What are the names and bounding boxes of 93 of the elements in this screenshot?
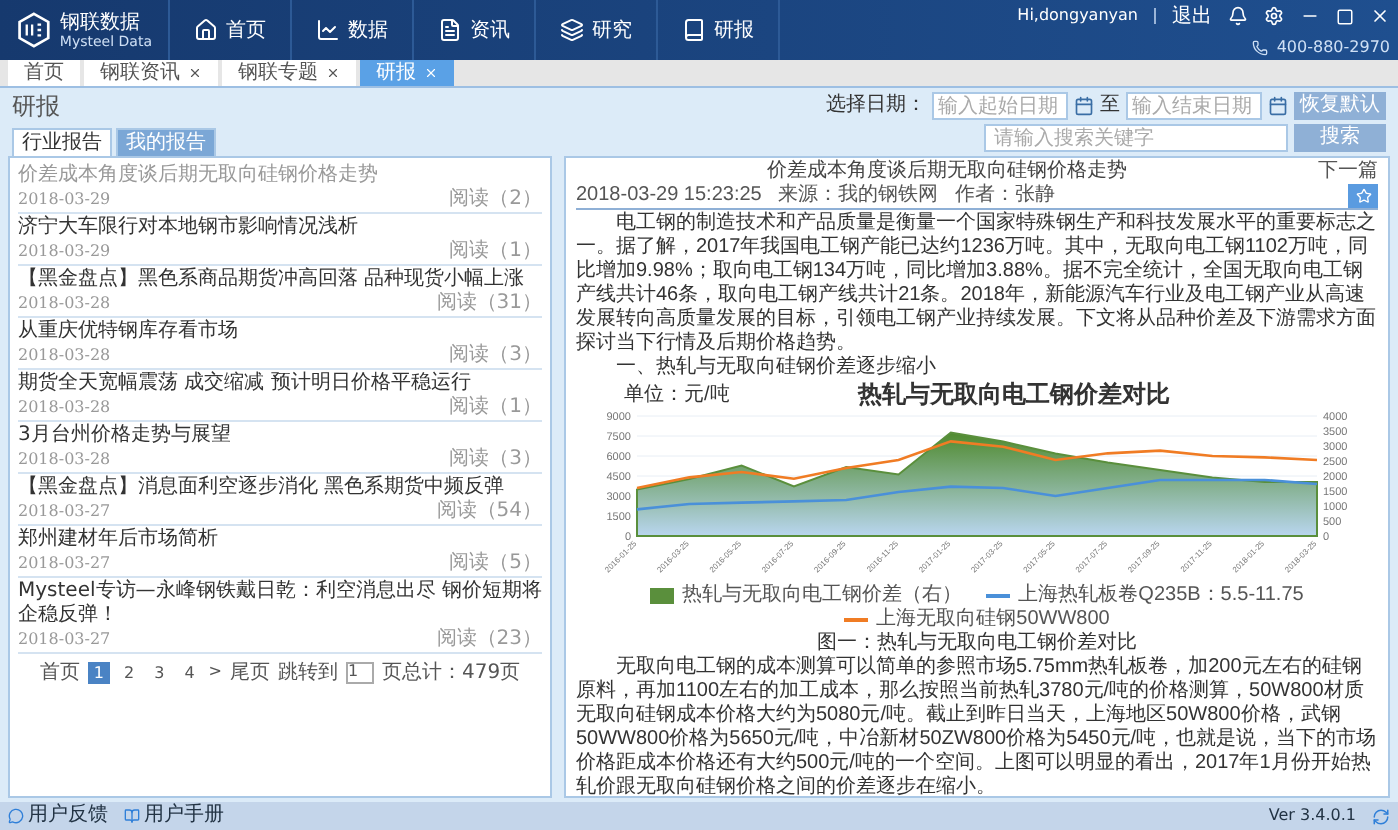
legend-label: 上海无取向硅钢50WW800: [876, 608, 1110, 631]
report-date: 2018-03-27: [18, 500, 111, 522]
favorite-button[interactable]: [1348, 184, 1378, 208]
report-list-item[interactable]: 3月台州价格走势与展望 2018-03-28 阅读（3）: [18, 422, 542, 474]
report-date: 2018-03-28: [18, 396, 111, 418]
phone-number: 400-880-2970: [1276, 38, 1390, 56]
jump-label: 跳转到: [277, 661, 338, 683]
report-list-item[interactable]: 期货全天宽幅震荡 成交缩减 预计明日价格平稳运行 2018-03-28 阅读（1）: [18, 370, 542, 422]
report-title: Mysteel专访—永峰钢铁戴日乾：利空消息出尽 钢价短期将企稳反弹！: [18, 580, 542, 627]
chart-unit-label: 单位：元/吨: [624, 384, 730, 408]
settings-icon[interactable]: [1264, 6, 1284, 26]
read-count: 阅读（1）: [449, 240, 542, 262]
page-tab[interactable]: 首页: [8, 60, 80, 86]
page-number[interactable]: 4: [178, 661, 201, 683]
nav-icon: [194, 18, 218, 42]
report-title: 期货全天宽幅震荡 成交缩减 预计明日价格平稳运行: [18, 372, 473, 395]
report-list-item[interactable]: 济宁大车限行对本地钢市影响情况浅析 2018-03-29 阅读（1）: [18, 214, 542, 266]
report-list-item[interactable]: Mysteel专访—永峰钢铁戴日乾：利空消息出尽 钢价短期将企稳反弹！ 2018-03-27 阅读（23）: [18, 578, 542, 654]
report-list-item[interactable]: 【黑金盘点】黑色系商品期货冲高回落 品种现货小幅上涨 2018-03-28 阅读（31）: [18, 266, 542, 318]
report-title: 【黑金盘点】黑色系商品期货冲高回落 品种现货小幅上涨: [18, 268, 527, 291]
start-date-field[interactable]: 输入起始日期: [932, 92, 1068, 120]
page-title: 研报: [12, 92, 62, 120]
report-date: 2018-03-29: [18, 188, 111, 210]
calendar-icon[interactable]: [1268, 96, 1288, 116]
read-count: 阅读（23）: [436, 628, 542, 650]
date-range-separator: 至: [1100, 94, 1120, 118]
report-date: 2018-03-28: [18, 448, 111, 470]
tab-close-icon[interactable]: [188, 66, 202, 80]
read-count: 阅读（3）: [449, 448, 542, 470]
tab-close-icon[interactable]: [326, 66, 340, 80]
search-field[interactable]: 请输入搜索关键字: [984, 124, 1288, 152]
report-list-item[interactable]: 【黑金盘点】消息面利空逐步消化 黑色系期货中频反弹 2018-03-27 阅读（54）: [18, 474, 542, 526]
read-count: 阅读（1）: [449, 396, 542, 418]
report-title: 价差成本角度谈后期无取向硅钢价格走势: [18, 164, 380, 188]
phone-icon: [1252, 39, 1269, 55]
feedback-button[interactable]: 用户反馈: [8, 806, 108, 826]
end-date-field[interactable]: 输入结束日期: [1126, 92, 1262, 120]
article-paragraph: 电工钢的制造技术和产品质量是衡量一个国家特殊钢生产和科技发展水平的重要标志之一。据了解，2017年我国电工钢产能已达约1236万吨。其中，无取向电工钢1102万吨，同比增加9.98%；取向电工钢134万吨，同比增加3.88%。据不完全统计，全国无取向电工钢产线共计46条，取向电工钢产线共计21条。2018年，新能源汽车行业及电工钢产业从高速发展转向高质量发展的目标，引领电工钢产业持续发展。下文将从品种价差及下游需求方面探讨当下行情及后期价格趋势。: [576, 212, 1378, 355]
page-number[interactable]: 2: [118, 661, 141, 683]
report-list-item[interactable]: 郑州建材年后市场简析 2018-03-27 阅读（5）: [18, 526, 542, 578]
report-date: 2018-03-28: [18, 292, 111, 314]
report-date: 2018-03-27: [18, 628, 111, 650]
read-count: 阅读（5）: [449, 552, 542, 574]
page-jump-field[interactable]: 1: [345, 661, 374, 683]
article-title: 价差成本角度谈后期无取向硅钢价格走势: [765, 160, 1129, 183]
book-icon: [124, 808, 140, 824]
maximize-icon[interactable]: [1336, 7, 1354, 25]
article-meta: 2018-03-29 15:23:25 来源：我的钢铁网 作者：张静: [576, 184, 1058, 208]
manual-button[interactable]: 用户手册: [124, 806, 224, 826]
report-title: 【黑金盘点】消息面利空逐步消化 黑色系期货中频反弹: [18, 476, 507, 499]
nav-icon: [560, 18, 584, 42]
logo-title: 钢联数据: [59, 11, 142, 33]
report-date: 2018-03-27: [18, 552, 111, 574]
read-count: 阅读（31）: [436, 292, 542, 314]
legend-label: 上海热轧板卷Q235B：5.5-11.75: [1018, 584, 1304, 608]
bell-icon[interactable]: [1228, 6, 1248, 26]
report-tab[interactable]: 行业报告: [12, 128, 112, 156]
article-paragraph: 无取向电工钢的成本测算可以简单的参照市场5.75mm热轧板卷，加200元左右的硅钢原料，再加1100左右的加工成本，那么按照当前热轧3780元/吨的价格测算，50W800材质无取向硅钢成本价格大约为5080元/吨。截止到昨日当天，上海地区50W800价格，武钢50WW800价格为5650元/吨，中冶新材50ZW800价格为5450元/吨，也就是说，当下的市场价格距成本价格还有大约500元/吨的一个空间。上图可以明显的看出，2017年1月份开始热轧价跟无取向硅钢价格之间的价差逐步在缩小。: [576, 656, 1378, 800]
page-number[interactable]: 1: [87, 661, 110, 683]
chart-title: 热轧与无取向电工钢价差对比: [857, 380, 1170, 408]
chat-bubble-icon: [8, 808, 24, 824]
section-heading: 一、热轧与无取向硅钢价差逐步缩小: [614, 356, 938, 380]
nav-icon: [438, 18, 462, 42]
page-number[interactable]: 3: [148, 661, 171, 683]
first-page-link[interactable]: 首页: [39, 661, 80, 683]
page-tab[interactable]: 钢联专题: [222, 60, 356, 86]
date-filter-label: 选择日期：: [826, 94, 926, 118]
report-date: 2018-03-29: [18, 240, 111, 262]
figure-caption: 图一：热轧与无取向电工钢价差对比: [815, 632, 1139, 655]
report-date: 2018-03-28: [18, 344, 111, 366]
page-total: 页总计：479页: [381, 661, 521, 683]
version-label: Ver 3.4.0.1: [1268, 804, 1356, 828]
read-count: 阅读（2）: [449, 188, 542, 210]
logout-link[interactable]: 退出: [1172, 5, 1212, 27]
report-list-item[interactable]: 从重庆优特钢库存看市场 2018-03-28 阅读（3）: [18, 318, 542, 370]
nav-icon: [682, 18, 706, 42]
nav-icon: [316, 18, 340, 42]
user-greeting: Hi,dongyanyan: [1017, 4, 1138, 28]
legend-label: 热轧与无取向电工钢价差（右）: [682, 584, 963, 607]
report-title: 3月台州价格走势与展望: [18, 424, 233, 448]
next-article-link[interactable]: 下一篇: [1318, 160, 1378, 182]
logo-icon: [16, 12, 52, 48]
report-title: 郑州建材年后市场简析: [18, 528, 220, 552]
report-title: 从重庆优特钢库存看市场: [18, 320, 240, 344]
page-tab[interactable]: 钢联资讯: [84, 60, 218, 86]
read-count: 阅读（54）: [436, 500, 542, 522]
report-title: 济宁大车限行对本地钢市影响情况浅析: [18, 216, 360, 240]
last-page-link[interactable]: 尾页: [229, 661, 270, 683]
calendar-icon[interactable]: [1074, 96, 1094, 116]
next-page-link[interactable]: >: [208, 660, 222, 684]
read-count: 阅读（3）: [449, 344, 542, 366]
close-icon[interactable]: [1370, 6, 1390, 26]
sync-icon[interactable]: [1372, 807, 1390, 825]
